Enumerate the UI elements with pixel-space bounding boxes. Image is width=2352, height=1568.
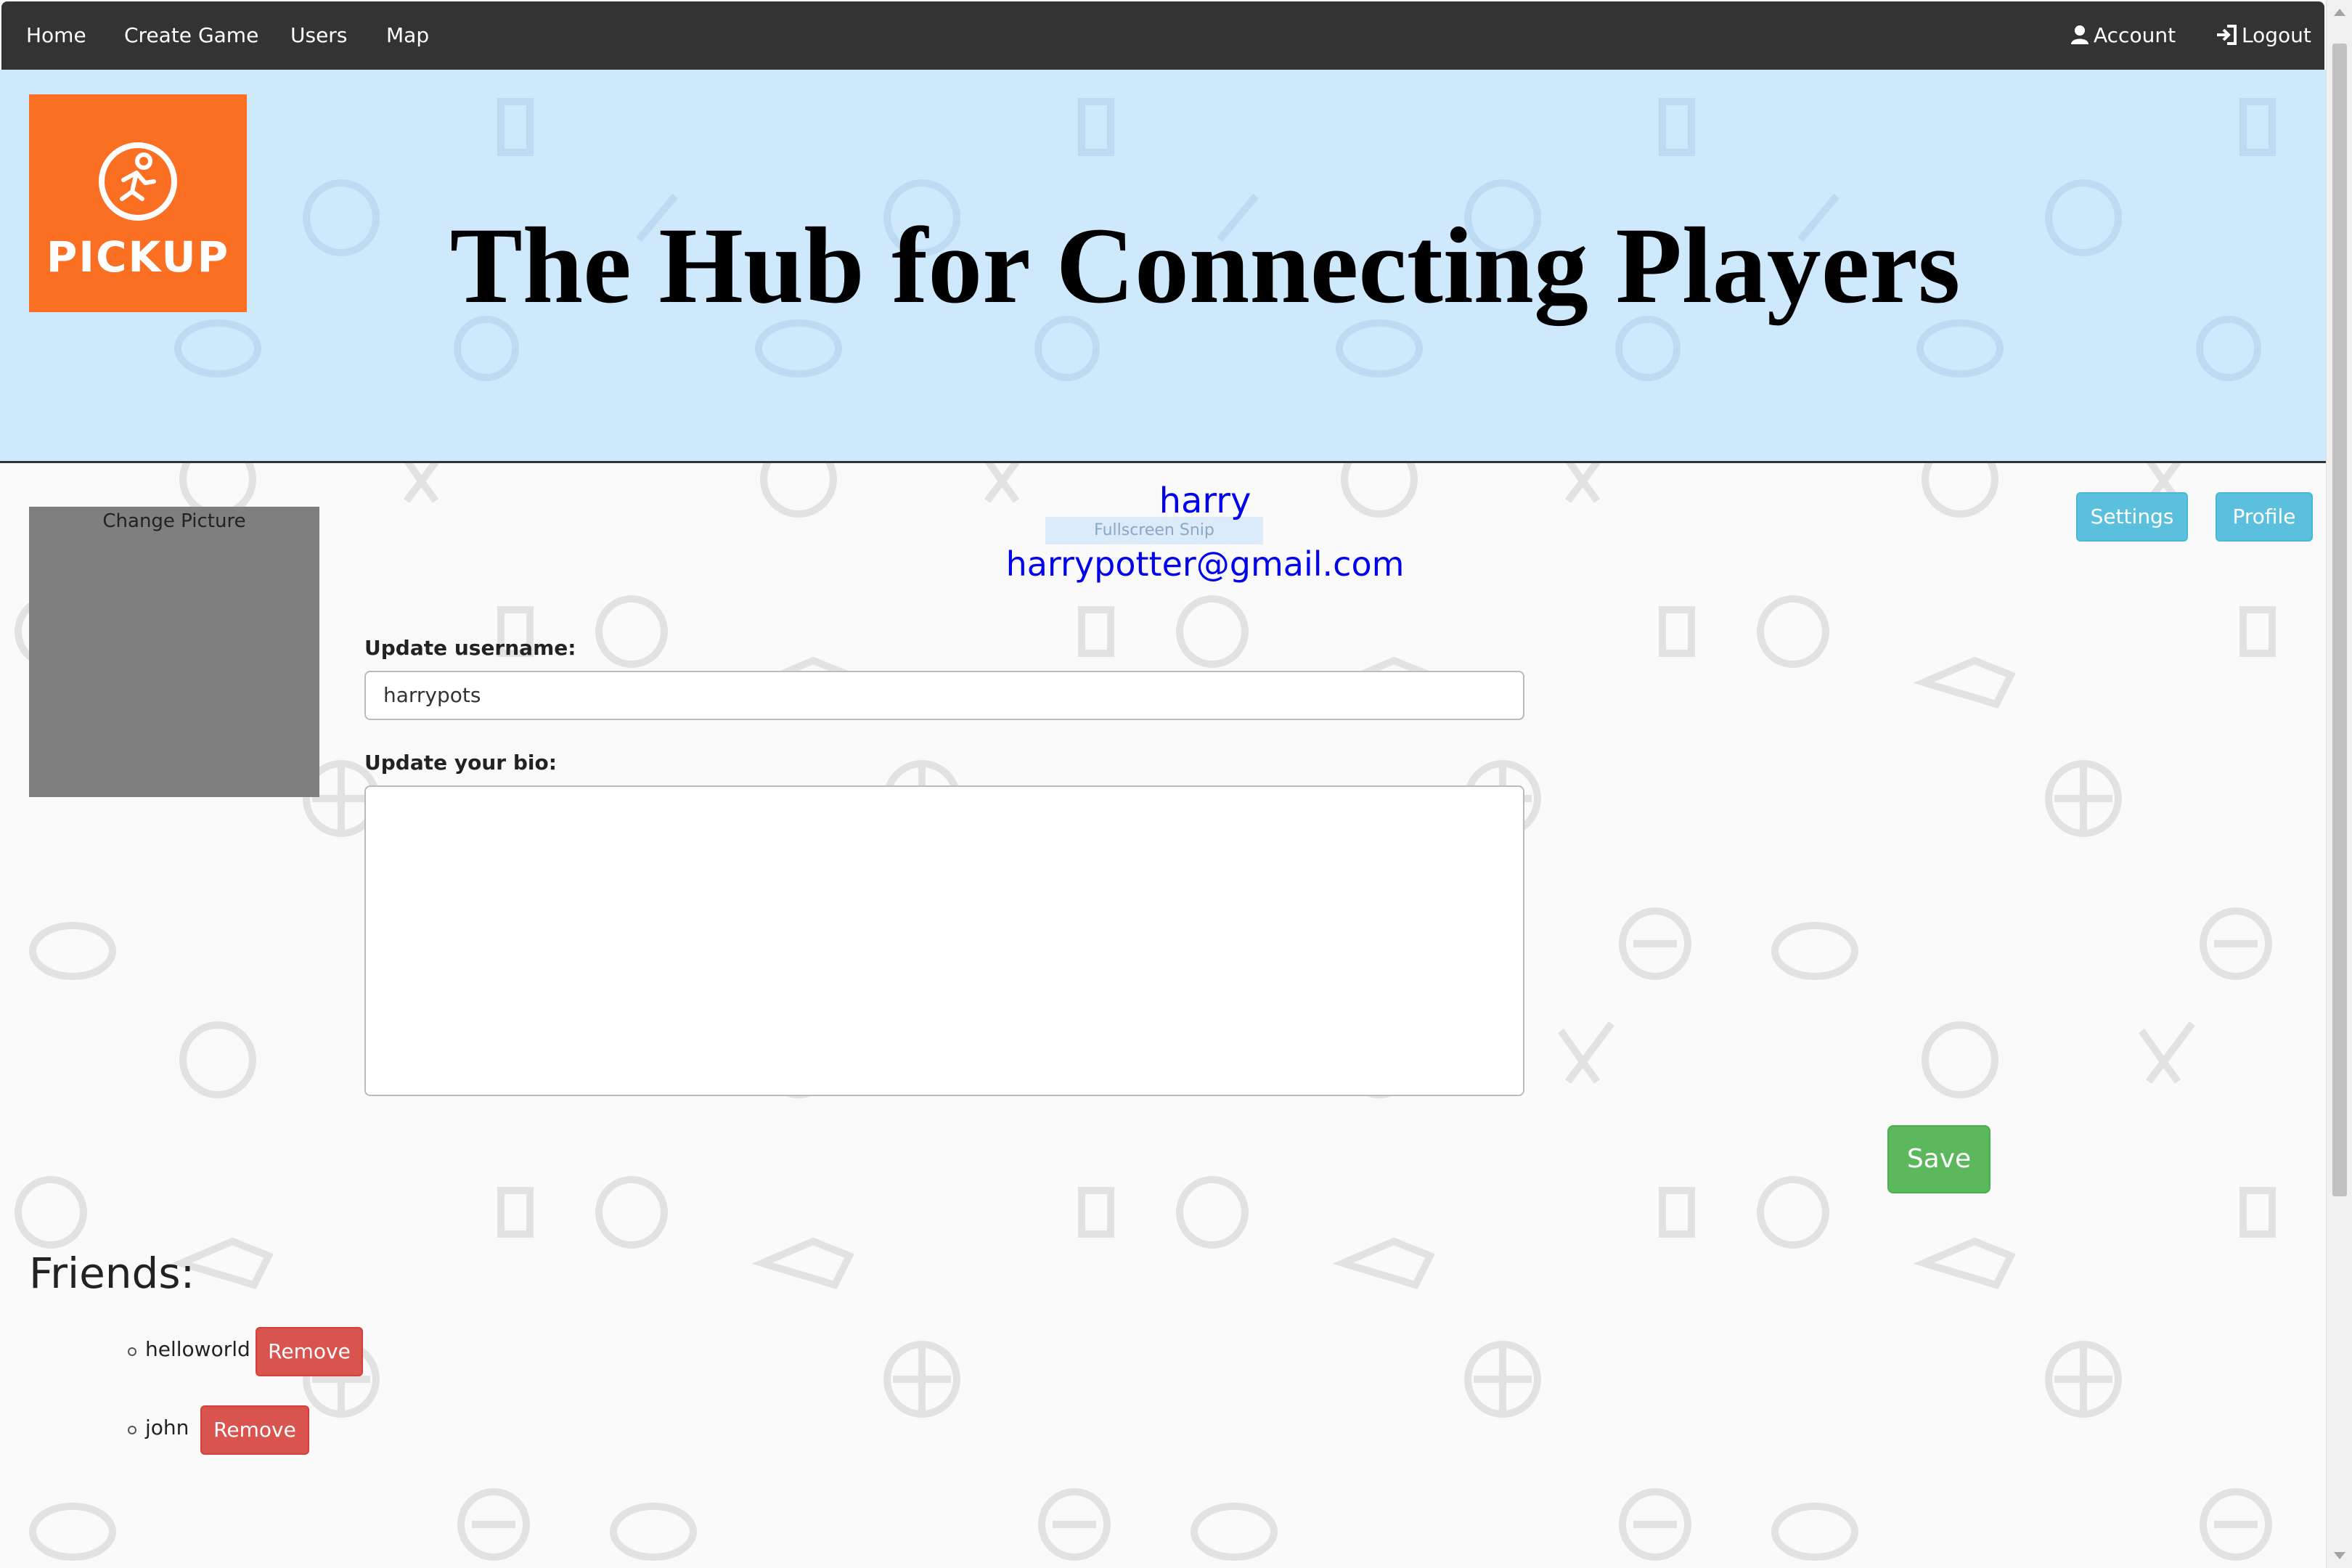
- running-person-icon: [99, 142, 177, 221]
- profile-email[interactable]: harrypotter@gmail.com: [915, 544, 1495, 584]
- friend-name[interactable]: helloworld: [145, 1337, 250, 1361]
- nav-users-link[interactable]: Users: [290, 1, 347, 70]
- save-button[interactable]: Save: [1887, 1125, 1990, 1193]
- logout-icon: [2217, 25, 2237, 45]
- profile-username[interactable]: harry: [987, 481, 1423, 521]
- friends-heading: Friends:: [29, 1249, 195, 1298]
- remove-friend-button[interactable]: Remove: [200, 1405, 309, 1455]
- user-icon: [2071, 25, 2088, 44]
- settings-button[interactable]: Settings: [2076, 492, 2188, 542]
- profile-picture[interactable]: Change Picture: [29, 507, 319, 797]
- username-label: Update username:: [364, 636, 576, 660]
- nav-map-link[interactable]: Map: [386, 1, 429, 70]
- remove-friend-button[interactable]: Remove: [256, 1327, 363, 1376]
- vertical-scrollbar[interactable]: [2326, 0, 2352, 1568]
- friend-list-item: john Remove: [123, 1405, 341, 1455]
- bio-label: Update your bio:: [364, 751, 557, 775]
- profile-button[interactable]: Profile: [2216, 492, 2313, 542]
- nav-account-label: Account: [2094, 23, 2176, 47]
- top-navbar: Home Create Game Users Map Account Logou…: [1, 1, 2324, 70]
- nav-logout-label: Logout: [2242, 23, 2311, 47]
- scroll-down-icon[interactable]: [2334, 1552, 2345, 1559]
- nav-account-link[interactable]: Account: [2070, 1, 2176, 70]
- username-input[interactable]: harrypots: [364, 671, 1524, 720]
- scroll-up-icon[interactable]: [2334, 9, 2345, 16]
- friend-list-item: helloworld Remove: [123, 1327, 370, 1376]
- bio-textarea[interactable]: [364, 785, 1524, 1096]
- change-picture-link[interactable]: Change Picture: [29, 507, 319, 536]
- bullet-icon: [128, 1347, 136, 1356]
- friend-name[interactable]: john: [145, 1416, 189, 1440]
- scroll-thumb[interactable]: [2332, 44, 2347, 1196]
- nav-logout-link[interactable]: Logout: [2216, 1, 2311, 70]
- hero-title: The Hub for Connecting Players: [449, 205, 1961, 326]
- pickup-logo[interactable]: PICKUP: [29, 94, 247, 312]
- nav-create-game-link[interactable]: Create Game: [124, 1, 258, 70]
- nav-home-link[interactable]: Home: [26, 1, 86, 70]
- bullet-icon: [128, 1426, 136, 1434]
- logo-text: PICKUP: [46, 232, 230, 282]
